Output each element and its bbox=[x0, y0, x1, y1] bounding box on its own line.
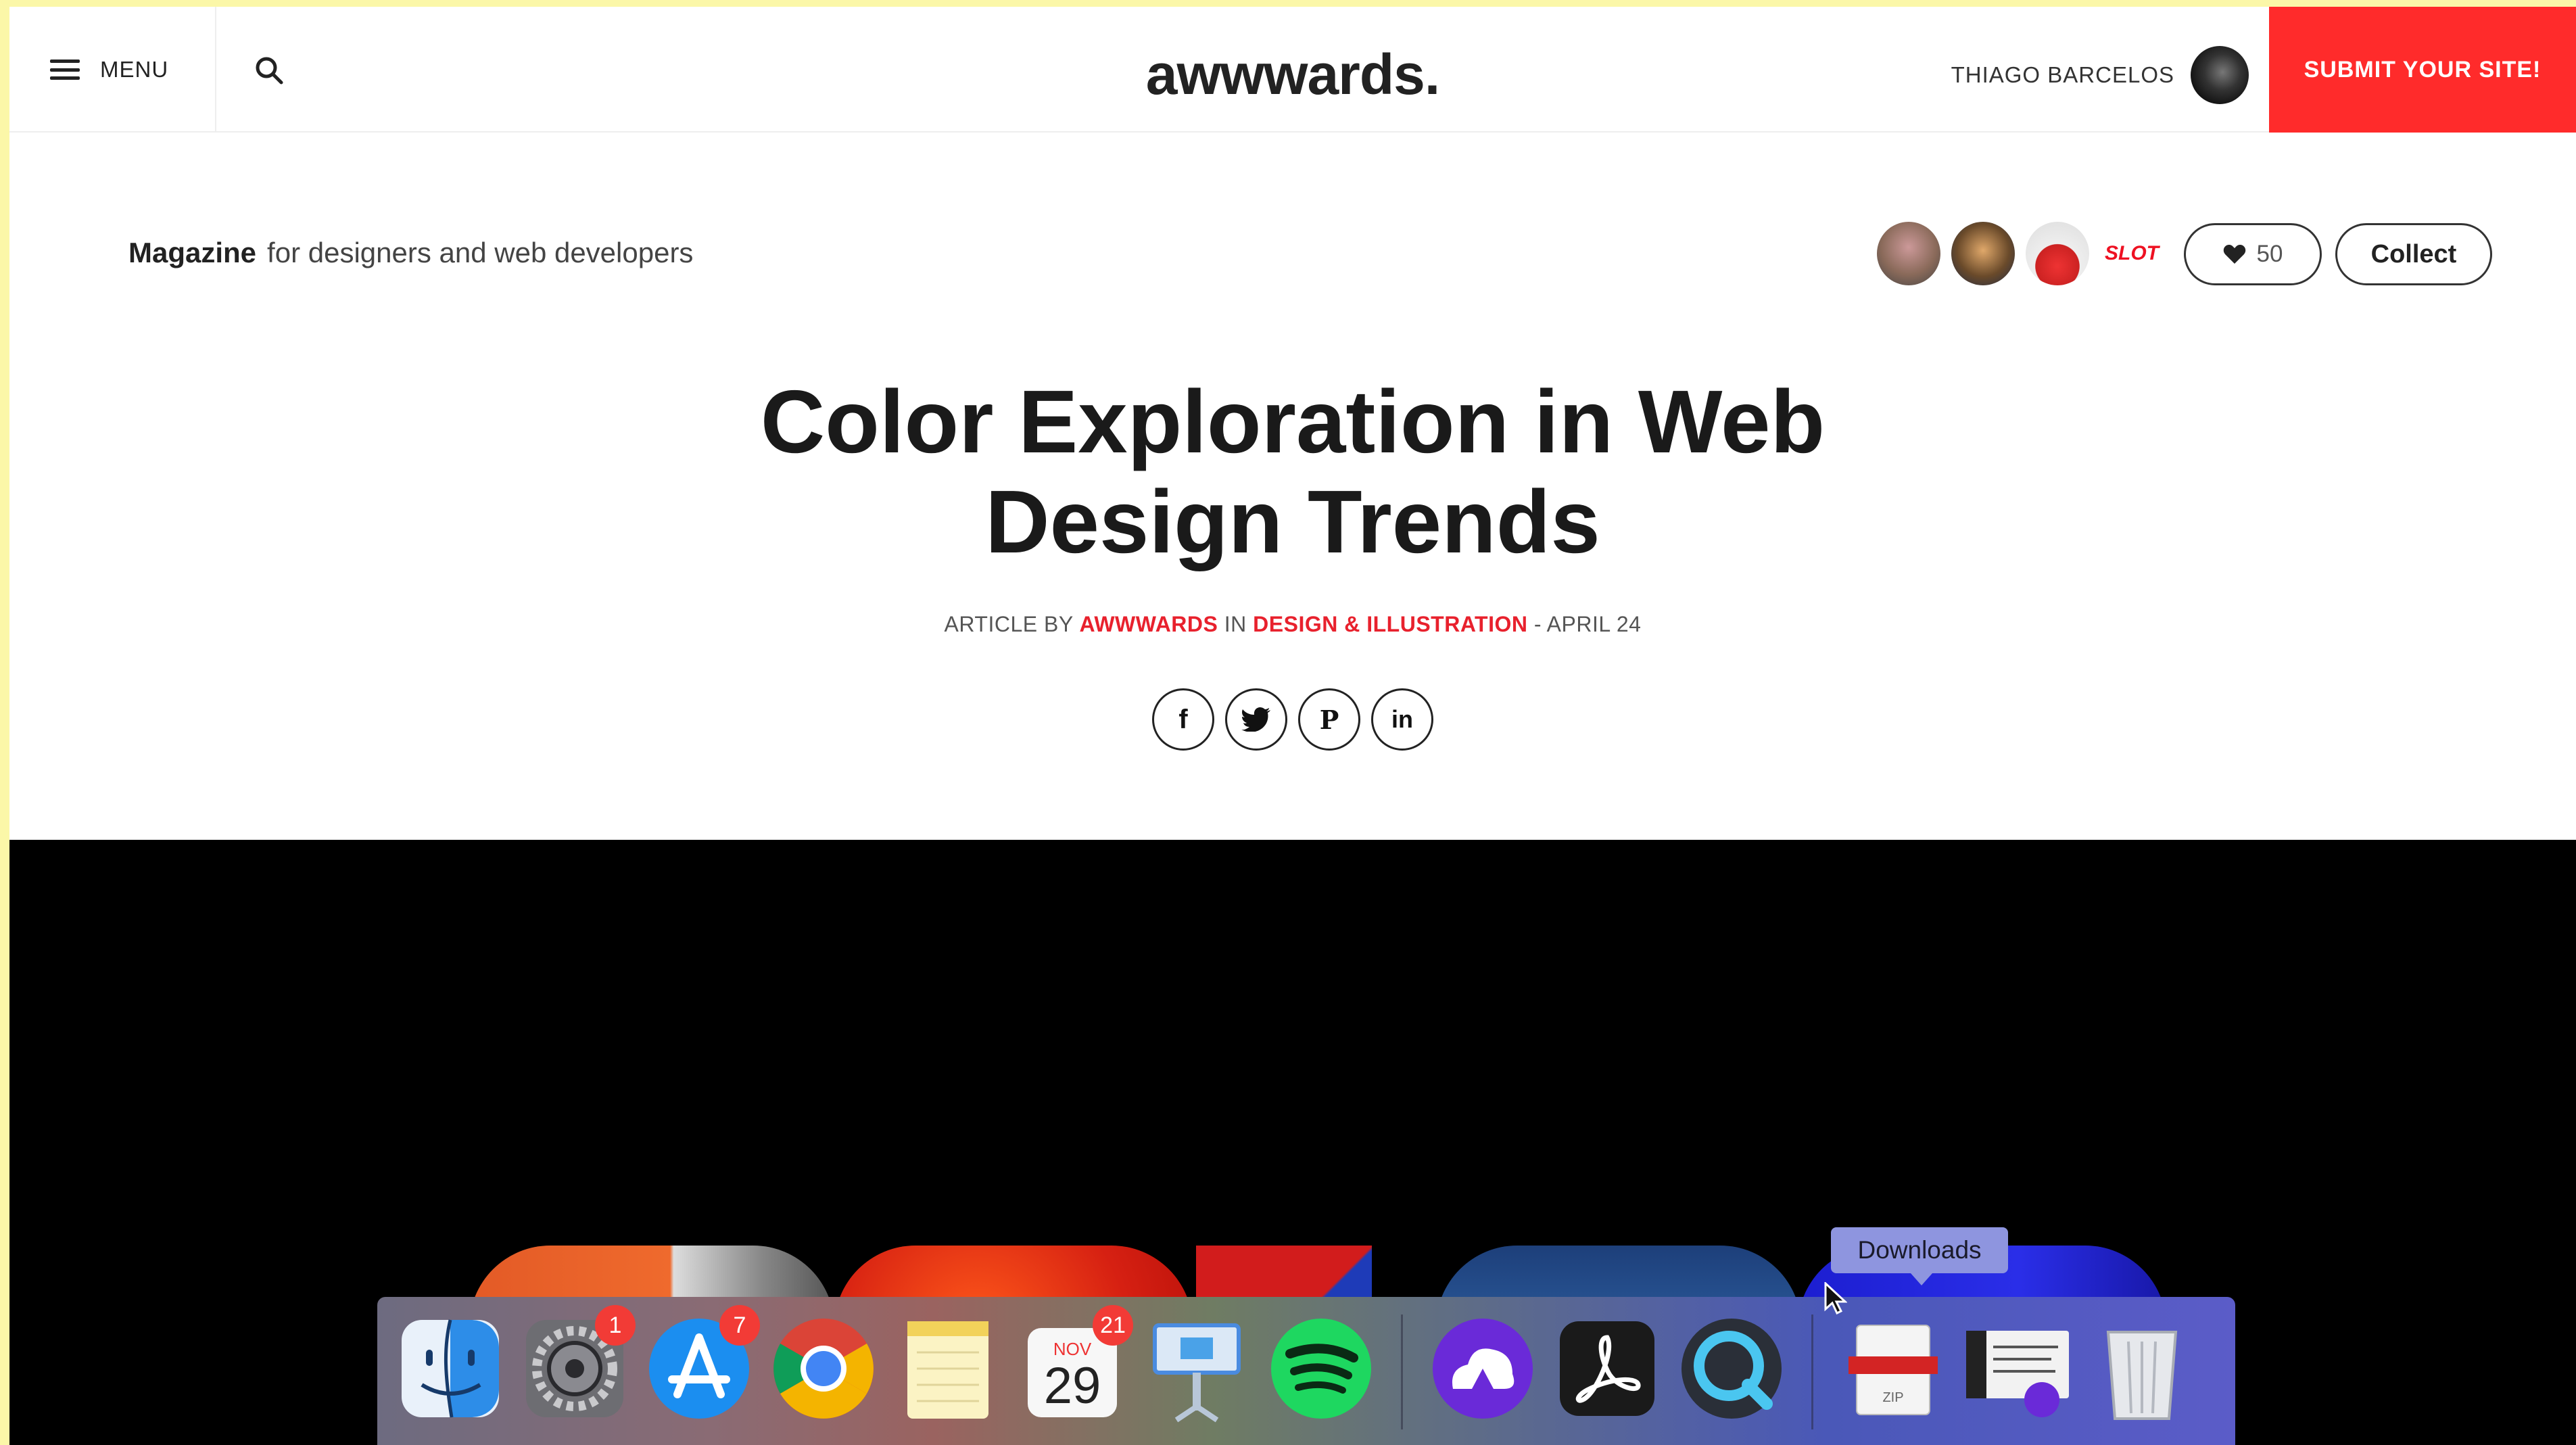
zip-file-stack[interactable]: ZIP bbox=[1839, 1314, 1947, 1423]
article-date: - APRIL 24 bbox=[1533, 612, 1642, 636]
sponsor-badge: SLOT bbox=[2105, 242, 2159, 264]
quicktime-icon[interactable] bbox=[1677, 1314, 1786, 1423]
sponsor-avatar[interactable]: SLOT bbox=[2100, 222, 2164, 285]
category-link[interactable]: DESIGN & ILLUSTRATION bbox=[1253, 612, 1527, 636]
notification-badge: 7 bbox=[719, 1305, 760, 1346]
like-count: 50 bbox=[2256, 241, 2283, 267]
dock-separator bbox=[1401, 1314, 1403, 1429]
twitter-icon bbox=[1241, 707, 1270, 732]
mouse-cursor-icon bbox=[1824, 1282, 1847, 1314]
user-profile[interactable]: THIAGO BARCELOS bbox=[1951, 46, 2249, 104]
zip-label: ZIP bbox=[1882, 1390, 1904, 1405]
author-link[interactable]: AWWWARDS bbox=[1080, 612, 1218, 636]
dock-tooltip: Downloads bbox=[1831, 1227, 2008, 1285]
title-line: Color Exploration in Web bbox=[760, 372, 1826, 471]
downloads-stack-icon[interactable] bbox=[1963, 1314, 2072, 1423]
magazine-header: Magazine for designers and web developers bbox=[128, 237, 693, 269]
facebook-icon: f bbox=[1178, 704, 1188, 734]
chrome-icon[interactable] bbox=[769, 1314, 878, 1423]
notification-badge: 1 bbox=[595, 1305, 636, 1346]
linkedin-icon: in bbox=[1391, 705, 1413, 733]
cloud-app-icon[interactable] bbox=[1429, 1314, 1537, 1423]
article-byline: ARTICLE BY AWWWARDS IN DESIGN & ILLUSTRA… bbox=[9, 612, 2576, 637]
avatar[interactable] bbox=[2026, 222, 2089, 285]
heart-icon bbox=[2223, 245, 2245, 264]
share-linkedin-button[interactable]: in bbox=[1371, 688, 1433, 751]
system-preferences-app[interactable]: 1 bbox=[521, 1305, 636, 1423]
share-twitter-button[interactable] bbox=[1225, 688, 1287, 751]
share-pinterest-button[interactable]: P bbox=[1298, 688, 1360, 751]
webpage: MENU awwwards. THIAGO BARCELOS SUBMIT YO… bbox=[9, 7, 2576, 1445]
share-facebook-button[interactable]: f bbox=[1152, 688, 1214, 751]
keynote-icon[interactable] bbox=[1143, 1314, 1251, 1423]
pinterest-icon: P bbox=[1319, 704, 1339, 735]
collectors-avatars: SLOT bbox=[1877, 222, 2164, 285]
zip-file-icon bbox=[1848, 1325, 1938, 1415]
user-name: THIAGO BARCELOS bbox=[1951, 62, 2174, 87]
collect-button[interactable]: Collect bbox=[2335, 223, 2492, 285]
byline-in: IN bbox=[1224, 612, 1247, 636]
like-button[interactable]: 50 bbox=[2184, 223, 2322, 285]
avatar[interactable] bbox=[1951, 222, 2015, 285]
title-line: Design Trends bbox=[985, 472, 1600, 571]
submit-site-button[interactable]: SUBMIT YOUR SITE! bbox=[2269, 7, 2576, 133]
calendar-day: 29 bbox=[1043, 1357, 1101, 1415]
finder-icon[interactable] bbox=[396, 1314, 504, 1423]
app-store-app[interactable]: 7 bbox=[645, 1305, 760, 1423]
dock-separator bbox=[1811, 1314, 1813, 1429]
macos-dock: 1 7 NOV 29 21 ZIP bbox=[377, 1297, 2235, 1445]
notes-icon[interactable] bbox=[894, 1314, 1002, 1423]
top-nav: MENU awwwards. THIAGO BARCELOS SUBMIT YO… bbox=[9, 7, 2576, 133]
byline-prefix: ARTICLE BY bbox=[944, 612, 1074, 636]
notification-badge: 21 bbox=[1093, 1305, 1133, 1346]
calendar-app[interactable]: NOV 29 21 bbox=[1018, 1305, 1133, 1423]
acrobat-icon[interactable] bbox=[1553, 1314, 1661, 1423]
avatar bbox=[2191, 46, 2249, 104]
article-title: Color Exploration in Web Design Trends bbox=[9, 372, 2576, 572]
magazine-label[interactable]: Magazine bbox=[128, 237, 256, 268]
share-buttons: f P in bbox=[9, 688, 2576, 751]
trash-icon[interactable] bbox=[2088, 1314, 2196, 1423]
magazine-tagline: for designers and web developers bbox=[267, 237, 694, 268]
avatar[interactable] bbox=[1877, 222, 1940, 285]
spotify-icon[interactable] bbox=[1267, 1314, 1375, 1423]
